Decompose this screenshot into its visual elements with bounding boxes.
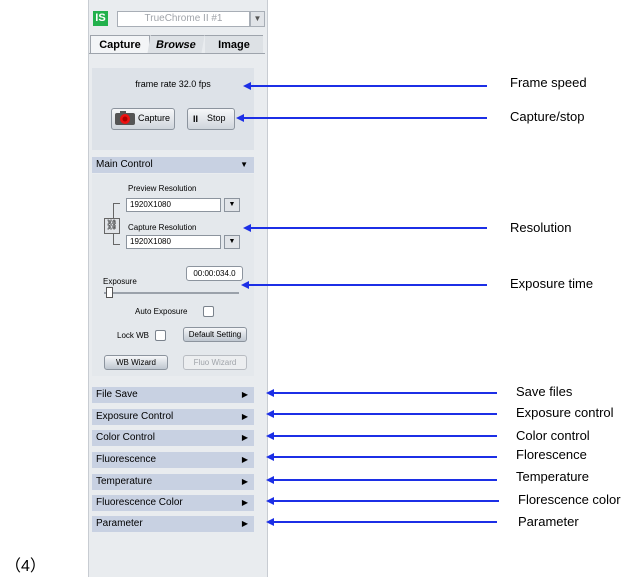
annotation-frame-speed: Frame speed	[510, 75, 587, 90]
tab-image[interactable]: Image	[205, 35, 263, 54]
section-file-save[interactable]: File Save ▶	[92, 387, 254, 403]
app-logo: IS	[93, 11, 108, 26]
section-title: Fluorescence Color	[96, 497, 183, 508]
section-title: Fluorescence	[96, 454, 157, 465]
capture-button-label: Capture	[138, 113, 171, 123]
annotation-exposure-time: Exposure time	[510, 276, 594, 291]
exposure-slider-track[interactable]	[104, 292, 239, 294]
tab-browse[interactable]: Browse	[147, 35, 205, 54]
annotation-arrow	[272, 435, 497, 437]
lock-wb-checkbox[interactable]	[155, 330, 166, 341]
annotation-arrow	[272, 521, 497, 523]
annotation-parameter: Parameter	[518, 514, 579, 529]
preview-resolution-label: Preview Resolution	[128, 184, 197, 193]
section-color-control[interactable]: Color Control ▶	[92, 430, 254, 446]
section-title: Exposure Control	[96, 411, 174, 422]
annotation-arrow	[272, 500, 499, 502]
capture-resolution-label: Capture Resolution	[128, 223, 197, 232]
section-title: Temperature	[96, 476, 153, 487]
annotation-arrow	[247, 284, 487, 286]
exposure-slider-thumb[interactable]	[106, 287, 113, 298]
fluo-wizard-button[interactable]: Fluo Wizard	[183, 355, 247, 370]
annotation-arrow	[272, 392, 497, 394]
annotation-arrow	[249, 227, 487, 229]
annotation-color-control: Color control	[516, 428, 590, 443]
annotation-save-files: Save files	[516, 384, 573, 399]
annotation-exposure-control: Exposure control	[516, 405, 614, 420]
annotation-capture-stop: Capture/stop	[510, 109, 585, 124]
auto-exposure-checkbox[interactable]	[203, 306, 214, 317]
section-title: Main Control	[96, 159, 153, 170]
annotation-arrow	[272, 456, 497, 458]
tab-capture[interactable]: Capture	[90, 35, 150, 54]
triangle-right-icon: ▶	[241, 519, 248, 528]
annotation-arrow	[272, 479, 497, 481]
tab-divider	[89, 53, 265, 54]
section-exposure-control[interactable]: Exposure Control ▶	[92, 409, 254, 425]
triangle-right-icon: ▶	[241, 498, 248, 507]
lock-wb-label: Lock WB	[117, 331, 150, 340]
annotation-florescence-color: Florescence color	[518, 492, 621, 507]
pause-icon: II	[193, 114, 199, 124]
annotation-arrow	[249, 85, 487, 87]
triangle-right-icon: ▶	[241, 412, 248, 421]
section-fluorescence[interactable]: Fluorescence ▶	[92, 452, 254, 468]
exposure-label: Exposure	[103, 277, 137, 286]
triangle-right-icon: ▶	[241, 433, 248, 442]
section-title: Parameter	[96, 518, 143, 529]
preview-resolution-select[interactable]: 1920X1080	[126, 198, 221, 212]
triangle-right-icon: ▶	[241, 390, 248, 399]
triangle-right-icon: ▶	[241, 455, 248, 464]
wb-wizard-button[interactable]: WB Wizard	[104, 355, 168, 370]
section-main-control[interactable]: Main Control ▼	[92, 157, 254, 173]
annotation-arrow	[272, 413, 497, 415]
section-temperature[interactable]: Temperature ▶	[92, 474, 254, 490]
camera-select[interactable]: TrueChrome II #1	[117, 11, 250, 27]
link-icon[interactable]: ⛓	[104, 218, 120, 234]
section-title: File Save	[96, 389, 138, 400]
auto-exposure-label: Auto Exposure	[135, 307, 188, 316]
section-title: Color Control	[96, 432, 155, 443]
chevron-down-icon[interactable]: ▼	[224, 198, 240, 212]
chevron-down-icon[interactable]: ▼	[250, 11, 265, 27]
stop-button-label: Stop	[207, 113, 226, 123]
annotation-resolution: Resolution	[510, 220, 572, 235]
capture-resolution-select[interactable]: 1920X1080	[126, 235, 221, 249]
frame-rate-text: frame rate 32.0 fps	[135, 79, 211, 89]
section-parameter[interactable]: Parameter ▶	[92, 516, 254, 532]
chevron-down-icon[interactable]: ▼	[224, 235, 240, 249]
triangle-down-icon: ▼	[240, 160, 248, 169]
camera-icon	[115, 111, 135, 125]
triangle-right-icon: ▶	[241, 477, 248, 486]
exposure-time-field[interactable]: 00:00:034.0	[186, 266, 243, 281]
annotation-arrow	[242, 117, 487, 119]
default-setting-button[interactable]: Default Setting	[183, 327, 247, 342]
figure-label: （4）	[5, 558, 46, 575]
section-fluorescence-color[interactable]: Fluorescence Color ▶	[92, 495, 254, 511]
annotation-florescence: Florescence	[516, 447, 587, 462]
annotation-temperature: Temperature	[516, 469, 589, 484]
